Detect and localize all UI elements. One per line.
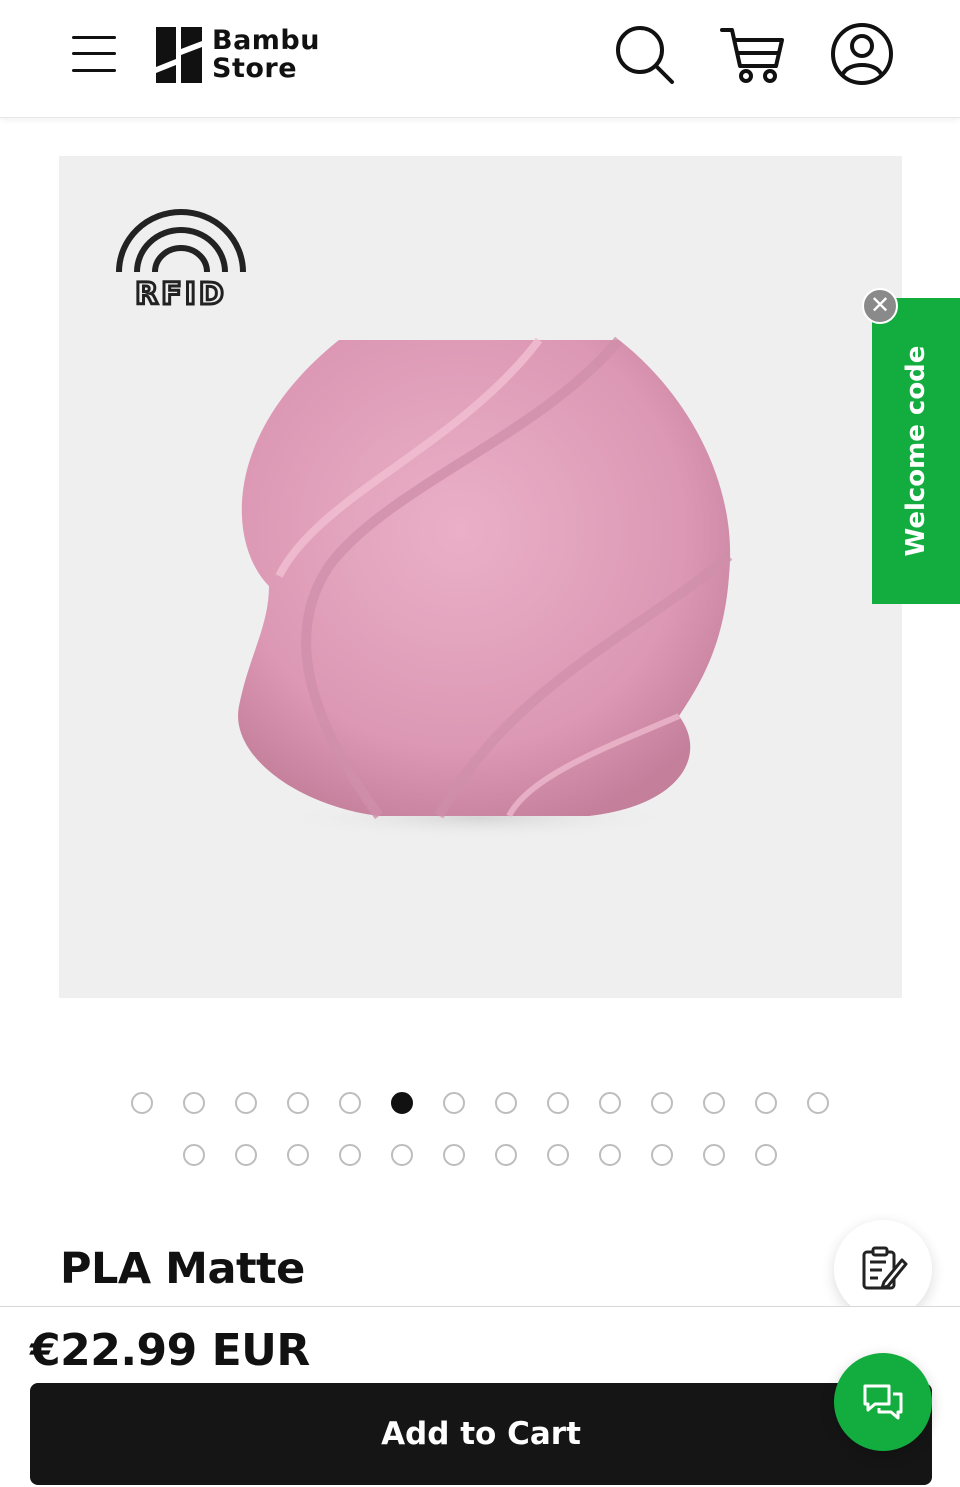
menu-icon-bar	[72, 69, 116, 72]
welcome-close-button[interactable]: ✕	[862, 288, 898, 324]
pagination-dot[interactable]	[651, 1092, 673, 1114]
close-icon: ✕	[869, 292, 891, 319]
pagination-dot[interactable]	[807, 1092, 829, 1114]
notes-edit-icon	[862, 1246, 908, 1290]
pagination-dot[interactable]	[235, 1144, 257, 1166]
account-icon	[831, 23, 893, 85]
pagination-dot[interactable]	[443, 1092, 465, 1114]
pagination-dot[interactable]	[495, 1144, 517, 1166]
welcome-code-label: Welcome code	[901, 345, 931, 557]
pagination-dot[interactable]	[391, 1144, 413, 1166]
pagination-dot[interactable]	[443, 1144, 465, 1166]
welcome-code-tab[interactable]: Welcome code	[872, 298, 960, 604]
pagination-dot[interactable]	[183, 1144, 205, 1166]
pagination-dot[interactable]	[183, 1092, 205, 1114]
sticky-purchase-bar: €22.99 EUR Add to Cart	[0, 1306, 960, 1487]
menu-icon-bar	[72, 52, 116, 55]
brand-wordmark: Bambu Store	[212, 27, 320, 83]
brand-logo[interactable]: Bambu Store	[156, 26, 320, 84]
pagination-dot[interactable]	[339, 1144, 361, 1166]
pagination-dot[interactable]	[495, 1092, 517, 1114]
pagination-dot[interactable]	[547, 1144, 569, 1166]
bambu-logo-icon	[156, 27, 202, 83]
pagination-dot[interactable]	[547, 1092, 569, 1114]
pagination-dot[interactable]	[235, 1092, 257, 1114]
pagination-dot[interactable]	[131, 1092, 153, 1114]
pagination-dot[interactable]	[287, 1092, 309, 1114]
menu-icon-bar	[72, 36, 116, 39]
pagination-dot[interactable]	[651, 1144, 673, 1166]
product-image[interactable]: RFID	[59, 156, 902, 998]
pagination-dot[interactable]	[755, 1144, 777, 1166]
pagination-dot[interactable]	[339, 1092, 361, 1114]
cart-icon	[720, 28, 784, 83]
carousel-pagination	[0, 1092, 960, 1196]
product-vase-render	[238, 336, 733, 840]
menu-button[interactable]	[66, 28, 122, 80]
search-icon	[616, 26, 674, 84]
product-title: PLA Matte	[60, 1244, 305, 1294]
chat-bubbles-icon	[863, 1384, 903, 1420]
pagination-row	[0, 1144, 960, 1168]
notes-button[interactable]	[834, 1220, 932, 1318]
cart-button[interactable]	[720, 22, 784, 86]
pagination-dot[interactable]	[287, 1144, 309, 1166]
product-price: €22.99 EUR	[30, 1325, 310, 1376]
pagination-row	[0, 1092, 960, 1116]
brand-line1: Bambu	[212, 25, 320, 56]
pagination-dot[interactable]	[599, 1092, 621, 1114]
add-to-cart-button[interactable]: Add to Cart	[30, 1383, 932, 1485]
account-button[interactable]	[830, 22, 894, 86]
site-header: Bambu Store	[0, 0, 960, 118]
pagination-dot[interactable]	[391, 1092, 413, 1114]
pagination-dot[interactable]	[703, 1092, 725, 1114]
rfid-icon: RFID	[116, 209, 246, 310]
rfid-label: RFID	[135, 277, 227, 310]
chat-button[interactable]	[834, 1353, 932, 1451]
pagination-dot[interactable]	[703, 1144, 725, 1166]
pagination-dot[interactable]	[599, 1144, 621, 1166]
pagination-dot[interactable]	[755, 1092, 777, 1114]
brand-line2: Store	[212, 53, 298, 84]
search-button[interactable]	[612, 22, 676, 86]
